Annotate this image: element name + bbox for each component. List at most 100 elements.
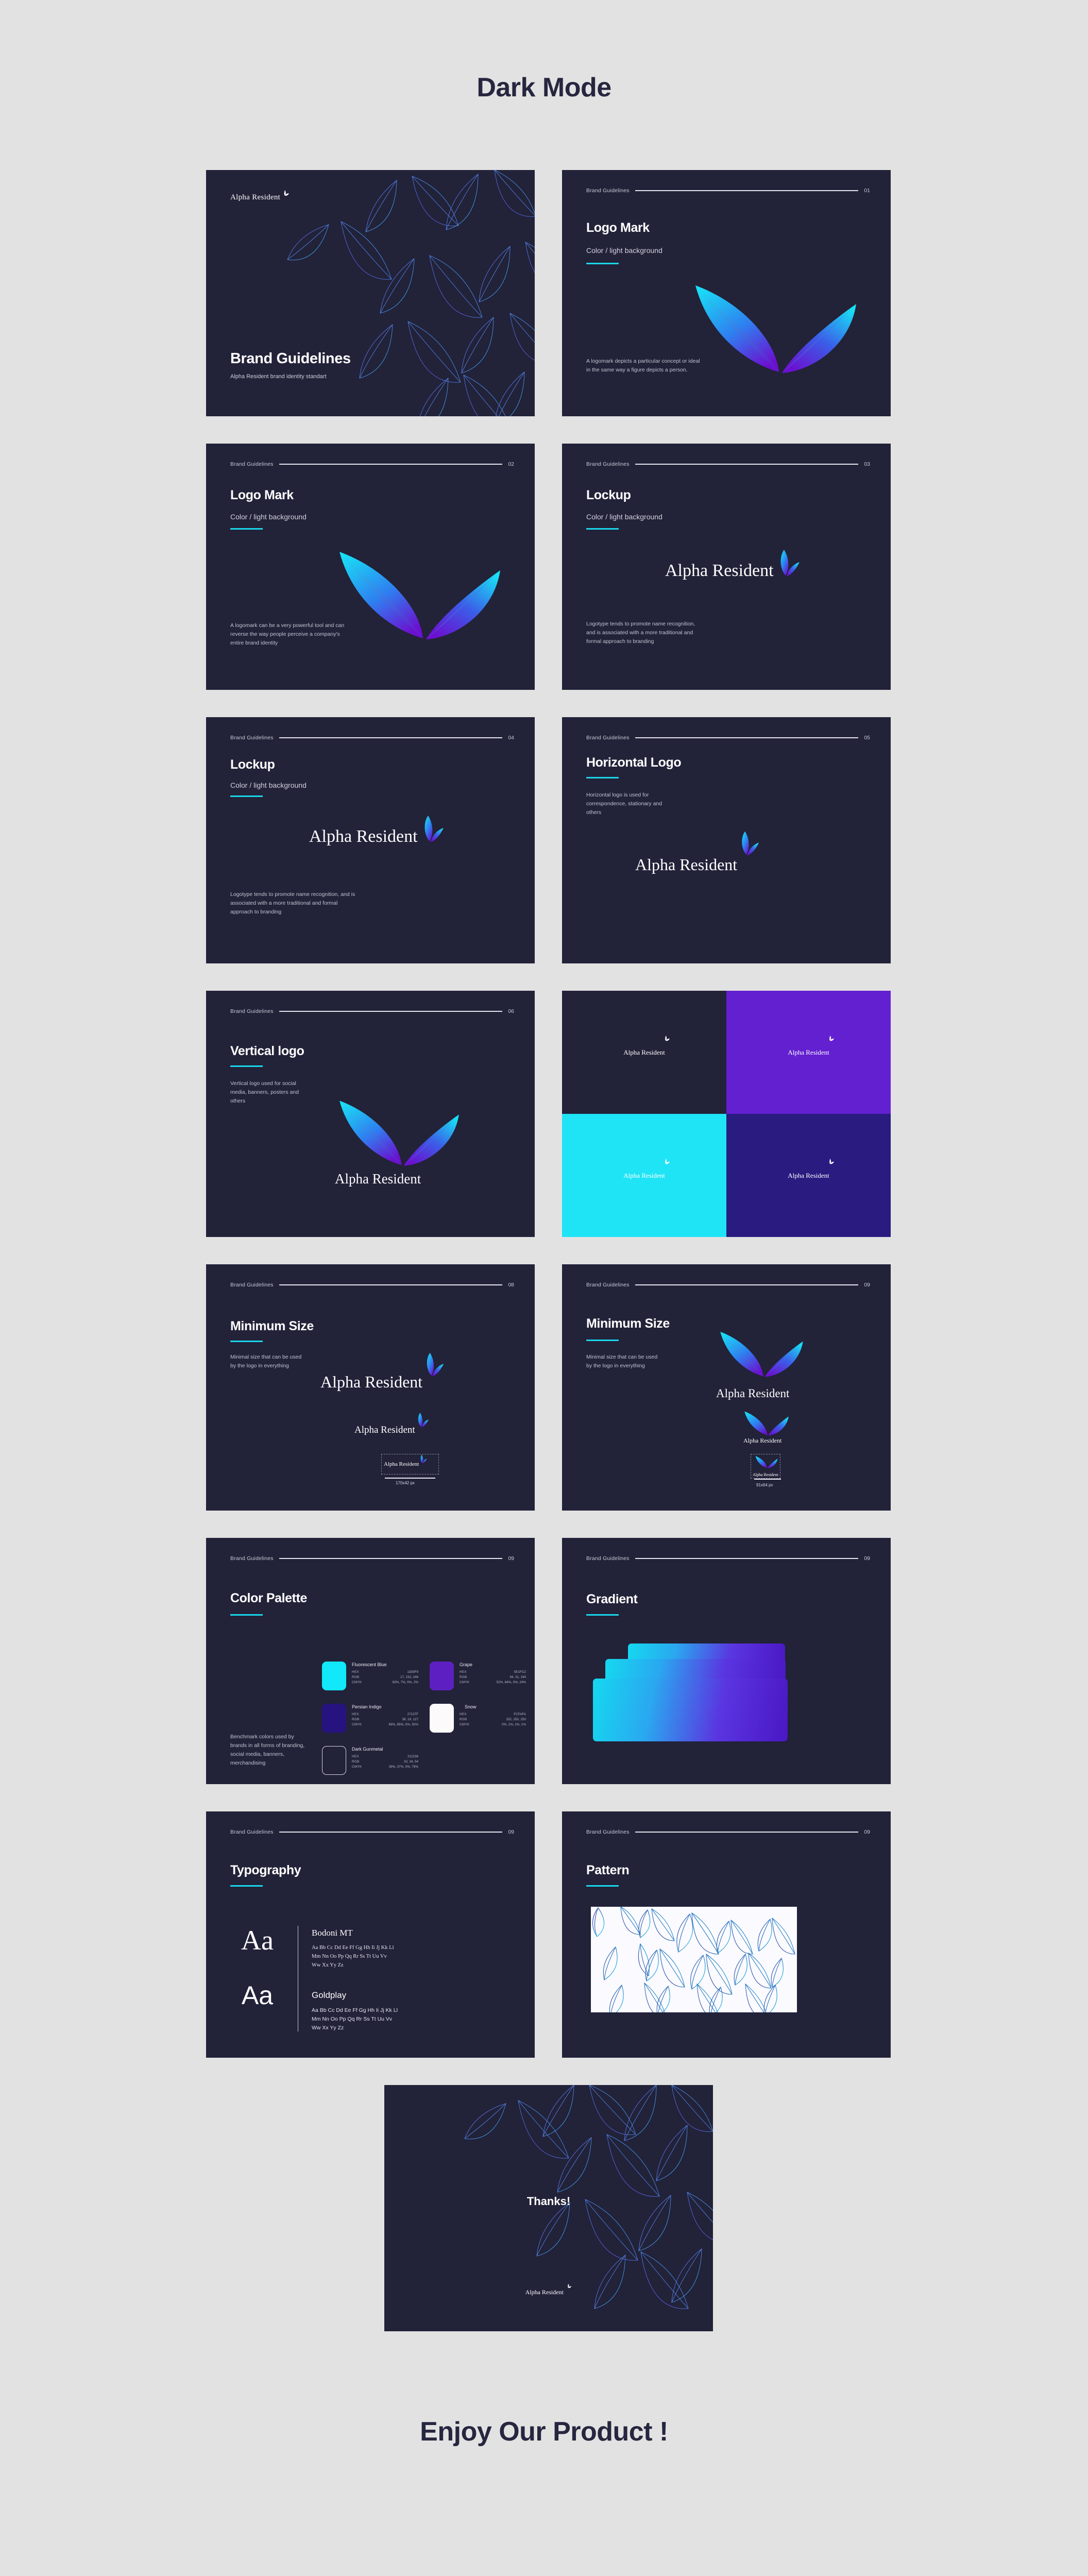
slide-minimum-size-09[interactable]: Brand Guidelines 09 Minimum Size Minimal… xyxy=(562,1264,891,1511)
header-label: Brand Guidelines xyxy=(230,461,274,467)
swatch-snow[interactable]: Snow HEX FCFAFA RGB 252, 250, 250 CMYK 0%, … xyxy=(430,1704,526,1733)
slide-title: Gradient xyxy=(586,1592,638,1606)
header-label: Brand Guidelines xyxy=(586,461,630,467)
slide-lockup-04[interactable]: Brand Guidelines 04 Lockup Color / light… xyxy=(206,717,535,963)
slide-logo-mark-01[interactable]: Brand Guidelines 01 Logo Mark Color / li… xyxy=(562,170,891,416)
deck-row: Brand Guidelines 08 Minimum Size Minimal… xyxy=(206,1264,891,1511)
slide-header: Brand Guidelines 08 xyxy=(230,1282,514,1288)
slide-header: Brand Guidelines 04 xyxy=(230,735,514,741)
serif-sample-char: Aa xyxy=(241,1925,274,1956)
slide-title: Pattern xyxy=(586,1863,630,1877)
label-hex: HEX xyxy=(352,1713,359,1716)
variant-quadrant-dark[interactable]: Alpha Resident xyxy=(562,991,726,1114)
leaf-mark-icon xyxy=(742,831,759,856)
slide-lockup-03[interactable]: Brand Guidelines 03 Lockup Color / light… xyxy=(562,444,891,690)
variant-quadrant-cyan[interactable]: Alpha Resident xyxy=(562,1114,726,1237)
slide-subtitle: Color / light background xyxy=(586,246,662,255)
slide-header: Brand Guidelines 09 xyxy=(586,1829,870,1835)
swatch-name: Snow xyxy=(465,1704,477,1709)
brand-wordmark: Alpha Resident xyxy=(230,193,281,201)
horizontal-logo: Alpha Resident xyxy=(635,831,760,874)
cover-logo: Alpha Resident xyxy=(230,190,290,202)
leaf-glyph-icon xyxy=(568,2283,572,2288)
lockup-logo: Alpha Resident xyxy=(665,550,801,581)
swatch-name: Grape xyxy=(460,1662,473,1667)
slide-typography[interactable]: Brand Guidelines 09 Typography Aa Aa Bod… xyxy=(206,1811,535,2058)
slide-subtitle: Color / light background xyxy=(230,781,307,789)
value-hex: FCFAFA xyxy=(514,1713,526,1716)
slide-logo-variants[interactable]: Alpha Resident Alpha Resident Alpha Resi… xyxy=(562,991,891,1237)
label-rgb: RGB xyxy=(460,1717,467,1721)
brand-wordmark: Alpha Resident xyxy=(623,1171,665,1179)
slide-title: Logo Mark xyxy=(586,221,650,235)
brand-wordmark: Alpha Resident xyxy=(788,1171,829,1179)
size-caption: 170x42 px xyxy=(396,1481,415,1485)
logo-wordmark-large: Alpha Resident xyxy=(716,1387,789,1400)
swatch-grape[interactable]: Grape HEX 5E1FC2 RGB 94, 31, 194 CMYK 52%, … xyxy=(430,1662,526,1690)
font-specimen-line: Aa Bb Cc Dd Ee Ff Gg Hh Ii Jj Kk Ll xyxy=(312,1945,394,1951)
brand-wordmark: Alpha Resident xyxy=(309,827,418,846)
size-measure-line xyxy=(385,1478,435,1479)
swatch-persian-indigo[interactable]: Persian Indigo HEX 27137F RGB 39, 19, 127 … xyxy=(322,1704,418,1733)
slide-subtitle: Color / light background xyxy=(586,513,662,521)
slide-logo-mark-02[interactable]: Brand Guidelines 02 Logo Mark Color / li… xyxy=(206,444,535,690)
header-label: Brand Guidelines xyxy=(586,1555,630,1562)
slide-title: Logo Mark xyxy=(230,488,294,502)
slide-minimum-size-08[interactable]: Brand Guidelines 08 Minimum Size Minimal… xyxy=(206,1264,535,1511)
gradient-stack xyxy=(593,1643,835,1752)
slide-color-palette[interactable]: Brand Guidelines 09 Color Palette Benchm… xyxy=(206,1538,535,1784)
label-cmyk: CMYK xyxy=(352,1680,362,1684)
accent-underline xyxy=(230,795,263,797)
slide-number: 06 xyxy=(508,1008,514,1014)
swatch-dark-gunmetal[interactable]: Dark Gunmetal HEX 212236 RGB 33, 34, 54 CM… xyxy=(322,1746,418,1775)
slide-body-text: Horizontal logo is used for corresponden… xyxy=(586,792,662,816)
variant-quadrant-grape[interactable]: Alpha Resident xyxy=(726,991,891,1114)
size-caption: 91x64 px xyxy=(756,1483,773,1487)
header-rule xyxy=(279,737,503,738)
label-hex: HEX xyxy=(352,1670,359,1674)
label-hex: HEX xyxy=(460,1670,467,1674)
slide-header: Brand Guidelines 05 xyxy=(586,735,870,741)
value-cmyk: 52%, 84%, 0%, 24% xyxy=(496,1680,526,1684)
slide-pattern[interactable]: Brand Guidelines 09 Pattern xyxy=(562,1811,891,2058)
brand-wordmark: Alpha Resident xyxy=(320,1372,423,1391)
variant-quadrant-indigo[interactable]: Alpha Resident xyxy=(726,1114,891,1237)
vertical-logo-wordmark-wrap: Alpha Resident xyxy=(335,1171,421,1187)
slide-title: Lockup xyxy=(230,757,275,772)
value-hex: 5E1FC2 xyxy=(514,1670,526,1674)
accent-underline xyxy=(586,528,619,530)
header-rule xyxy=(279,1011,503,1012)
value-cmyk: 0%, 1%, 1%, 1% xyxy=(502,1722,526,1726)
slide-header: Brand Guidelines 06 xyxy=(230,1008,514,1014)
header-rule xyxy=(279,1284,503,1285)
font-name: Goldplay xyxy=(312,1990,347,2001)
slide-thanks[interactable]: Thanks! Alpha Resident xyxy=(384,2085,713,2331)
slide-title: Horizontal Logo xyxy=(586,755,682,770)
slide-horizontal-logo-05[interactable]: Brand Guidelines 05 Horizontal Logo Hori… xyxy=(562,717,891,963)
page-title: Dark Mode xyxy=(477,73,611,103)
slide-number: 09 xyxy=(864,1829,870,1835)
slide-body-text: Logotype tends to promote name recogniti… xyxy=(586,621,695,645)
leaf-glyph-icon xyxy=(829,1035,835,1041)
slide-gradient[interactable]: Brand Guidelines 09 Gradient xyxy=(562,1538,891,1784)
swatch-fluorescent-blue[interactable]: Fluorescent Blue HEX 11E8F9 RGB 17, 232, 2… xyxy=(322,1662,418,1690)
accent-underline xyxy=(586,1885,619,1887)
value-hex: 27137F xyxy=(407,1713,418,1716)
deck-row: Alpha Resident Brand Guidelines Alpha Re… xyxy=(206,170,891,416)
value-rgb: 17, 232, 249 xyxy=(400,1675,418,1679)
leaf-glyph-icon xyxy=(284,190,290,196)
leaf-glyph-icon xyxy=(665,1158,670,1164)
brand-wordmark: Alpha Resident xyxy=(525,2289,564,2296)
slide-vertical-logo-06[interactable]: Brand Guidelines 06 Vertical logo Vertic… xyxy=(206,991,535,1237)
header-rule xyxy=(635,737,859,738)
typography-sample-column: Aa Aa xyxy=(230,1926,284,2032)
slide-deck: Alpha Resident Brand Guidelines Alpha Re… xyxy=(206,170,891,2359)
slide-header: Brand Guidelines 01 xyxy=(586,188,870,194)
header-label: Brand Guidelines xyxy=(230,735,274,741)
typography-specimens: Aa Aa Bodoni MT Aa Bb Cc Dd Ee Ff Gg Hh … xyxy=(230,1926,398,2032)
logo-wordmark-medium: Alpha Resident xyxy=(743,1436,781,1445)
slide-cover[interactable]: Alpha Resident Brand Guidelines Alpha Re… xyxy=(206,170,535,416)
header-rule xyxy=(635,464,859,465)
page-footer: Enjoy Our Product ! xyxy=(420,2417,668,2447)
leaf-glyph-icon xyxy=(829,1158,835,1164)
